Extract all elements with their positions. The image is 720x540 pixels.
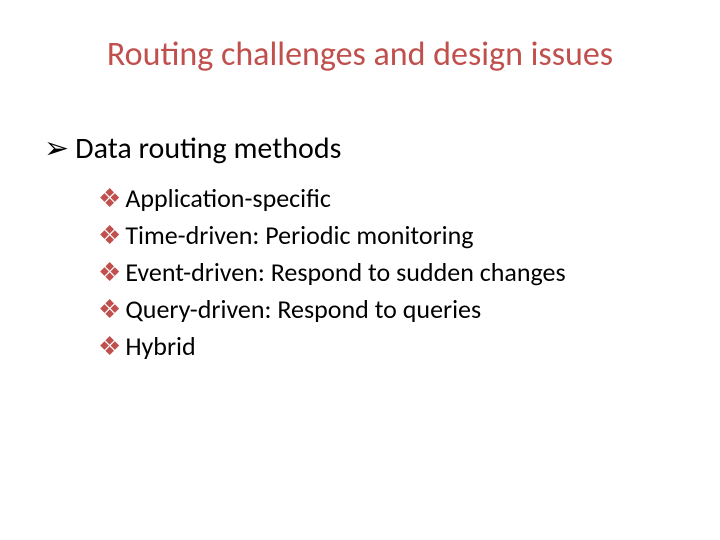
item-list: ❖Application-specific ❖Time-driven: Peri… [98,180,566,365]
section-heading: Data routing methods [75,130,341,167]
diamond-bullet-icon: ❖ [98,331,121,361]
list-item: ❖Application-specific [98,180,566,217]
list-item: ❖Time-driven: Periodic monitoring [98,217,566,254]
arrow-bullet-icon: ➢ [44,132,69,165]
list-item-text: Query-driven: Respond to queries [125,293,481,325]
diamond-bullet-icon: ❖ [98,183,121,213]
diamond-bullet-icon: ❖ [98,257,121,287]
diamond-bullet-icon: ❖ [98,294,121,324]
slide-title: Routing challenges and design issues [0,34,720,75]
list-item-text: Hybrid [125,330,195,362]
slide: Routing challenges and design issues ➢Da… [0,0,720,540]
list-item-text: Application-specific [125,182,331,214]
list-item: ❖Query-driven: Respond to queries [98,291,566,328]
list-item: ❖Event-driven: Respond to sudden changes [98,254,566,291]
diamond-bullet-icon: ❖ [98,220,121,250]
list-item-text: Time-driven: Periodic monitoring [125,219,473,251]
list-item-text: Event-driven: Respond to sudden changes [125,256,565,288]
list-item: ❖Hybrid [98,328,566,365]
section-heading-line: ➢Data routing methods [44,130,341,167]
